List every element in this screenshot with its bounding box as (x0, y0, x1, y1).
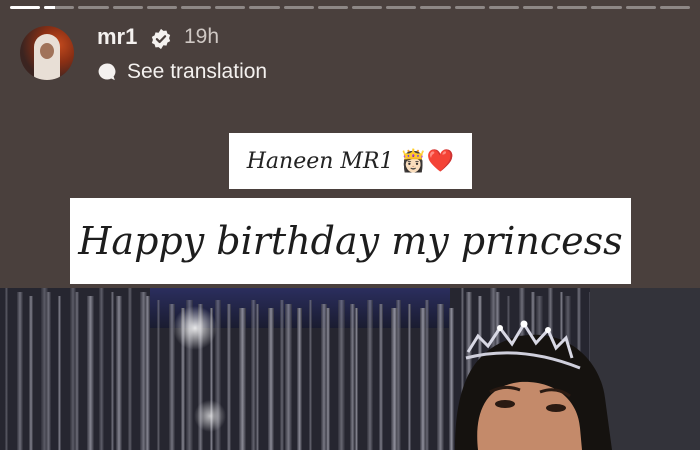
princess-heart-emojis: 👸🏻❤️ (399, 148, 455, 173)
avatar-face (40, 43, 54, 59)
tinsel-strip (396, 300, 401, 450)
story-progress-bar (10, 6, 691, 9)
tinsel-strip (297, 308, 302, 450)
see-translation-button[interactable]: See translation (97, 60, 267, 84)
tinsel-strip (75, 292, 79, 450)
see-translation-label: See translation (127, 60, 268, 83)
tinsel-strip (227, 304, 231, 450)
story-progress-segment (44, 6, 75, 9)
tinsel-strip (309, 300, 312, 450)
story-progress-segment (181, 6, 212, 9)
username[interactable]: mr1 (97, 24, 137, 50)
story-progress-segment (352, 6, 383, 9)
tinsel-strip (29, 296, 33, 450)
tinsel-strip (99, 288, 104, 450)
tinsel-strip (355, 308, 358, 450)
story-progress-segment (249, 6, 280, 9)
story-progress-segment (488, 6, 520, 9)
tinsel-strip (157, 300, 160, 450)
story-progress-segment (625, 6, 656, 9)
story-progress-segment (317, 6, 349, 9)
tinsel-strip (145, 296, 150, 450)
speech-bubble-icon (98, 63, 116, 81)
tinsel-strip (408, 304, 411, 450)
story-progress-segment (523, 6, 554, 9)
story-progress-segment (454, 6, 485, 9)
story-photo (0, 288, 700, 450)
tinsel-strip (449, 308, 454, 450)
story-photo-art (0, 288, 700, 450)
story-progress-segment (78, 6, 109, 9)
birthday-message-text: Happy birthday my princess (78, 219, 623, 263)
tinsel-strip (280, 300, 284, 450)
verified-badge-icon (151, 28, 171, 50)
story-progress-segment (557, 6, 588, 9)
story-progress-segment (283, 6, 314, 9)
tinsel-strip (268, 308, 274, 450)
tinsel-strip (46, 292, 51, 450)
tinsel-strip (326, 308, 330, 450)
story-progress-fill (44, 6, 55, 9)
birthday-message-caption: Happy birthday my princess (70, 198, 631, 284)
tinsel-strip (338, 300, 345, 450)
story-header: mr1 19h See translation (20, 24, 680, 84)
tinsel-strip (251, 300, 256, 450)
tinsel-strip (437, 304, 444, 450)
tinsel-strip (116, 296, 122, 450)
story-progress-segment (215, 6, 246, 9)
story-viewer[interactable]: mr1 19h See translation Haneen MR1 👸🏻❤️ … (0, 0, 700, 450)
tinsel-strip (379, 304, 383, 450)
post-time: 19h (184, 25, 220, 48)
tinsel-strip (111, 292, 114, 450)
story-progress-fill (10, 6, 41, 9)
tinsel-strip (367, 300, 373, 450)
story-progress-segment (420, 6, 451, 9)
story-progress-segment (112, 6, 143, 9)
tinsel-strip (128, 288, 132, 450)
tinsel-strip (58, 296, 61, 450)
tinsel-strip (17, 292, 23, 450)
story-progress-segment (386, 6, 417, 9)
story-progress-segment (146, 6, 178, 9)
tinsel-strip (239, 308, 246, 450)
name-caption: Haneen MR1 👸🏻❤️ (229, 133, 472, 189)
tinsel-strip (256, 304, 259, 450)
story-progress-segment (10, 6, 41, 9)
story-progress-segment (659, 6, 691, 9)
tinsel-strip (5, 288, 8, 450)
story-progress-segment (591, 6, 622, 9)
tinsel-strip (87, 296, 94, 450)
tinsel-strip (425, 300, 429, 450)
tinsel-strip (350, 304, 355, 450)
tinsel-strip (285, 304, 292, 450)
avatar[interactable] (20, 26, 74, 80)
name-caption-text: Haneen MR1 (246, 148, 394, 174)
